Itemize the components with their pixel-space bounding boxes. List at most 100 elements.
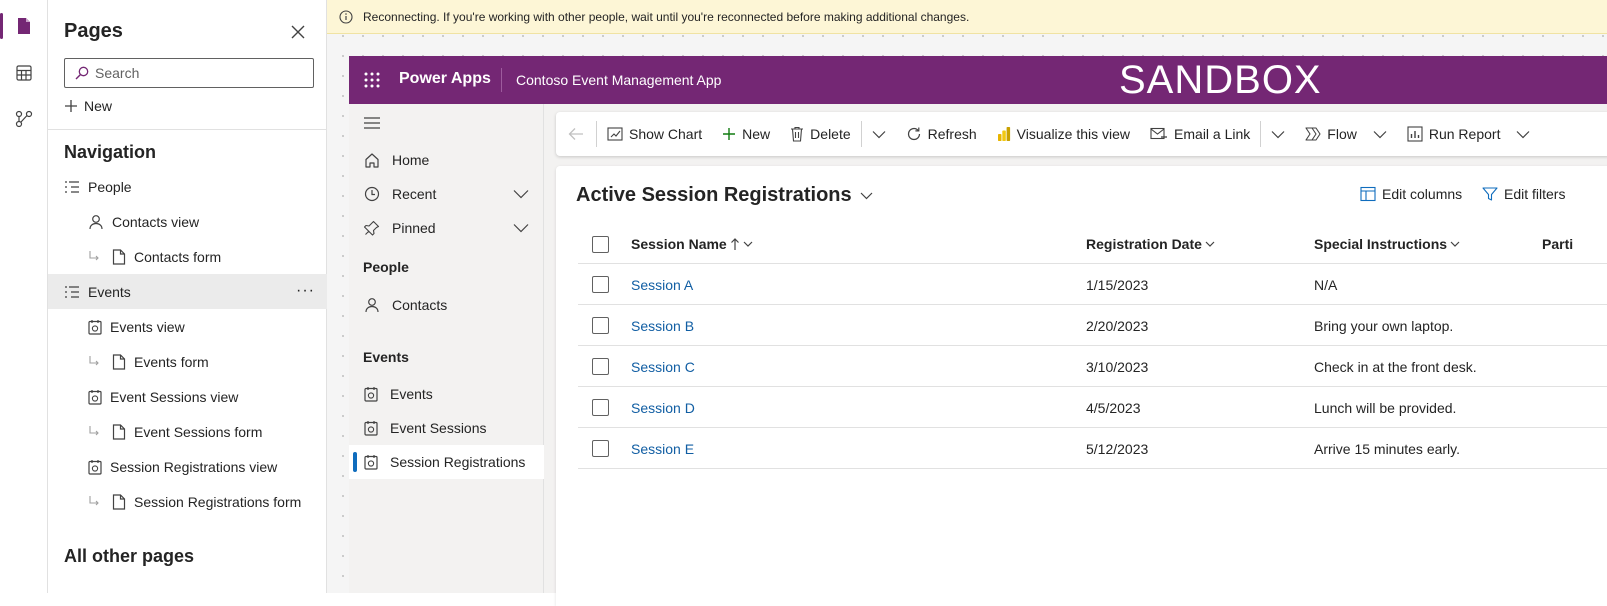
session-name-link[interactable]: Session E xyxy=(631,441,694,457)
chevron-down-icon xyxy=(1516,130,1530,139)
sitemap-item-events[interactable]: Events xyxy=(349,377,544,411)
sitemap-item-label: Recent xyxy=(392,186,437,202)
table-row[interactable]: Session B 2/20/2023 Bring your own lapto… xyxy=(578,305,1607,346)
pages-search-input[interactable] xyxy=(95,65,295,81)
column-header-session-name[interactable]: Session Name xyxy=(631,236,753,252)
tree-item-contacts-form[interactable]: Contacts form xyxy=(48,239,327,274)
special-instructions-cell: Lunch will be provided. xyxy=(1314,400,1457,416)
tree-item-event-sessions-form[interactable]: Event Sessions form xyxy=(48,414,327,449)
row-checkbox[interactable] xyxy=(592,399,609,416)
app-name[interactable]: Contoso Event Management App xyxy=(516,72,721,88)
visualize-view-button[interactable]: Visualize this view xyxy=(987,112,1140,156)
show-chart-label: Show Chart xyxy=(629,126,703,142)
chevron-down-icon[interactable] xyxy=(513,189,529,199)
table-row[interactable]: Session C 3/10/2023 Check in at the fron… xyxy=(578,346,1607,387)
left-rail xyxy=(0,0,48,593)
tree-item-label: Events xyxy=(88,283,131,300)
filter-icon xyxy=(1482,186,1498,202)
delete-button[interactable]: Delete xyxy=(780,112,860,156)
sitemap-item-pinned[interactable]: Pinned xyxy=(349,211,544,245)
column-header-label: Session Name xyxy=(631,236,727,252)
tree-item-contacts-view[interactable]: Contacts view xyxy=(48,204,327,239)
plus-icon xyxy=(64,99,78,113)
refresh-button[interactable]: Refresh xyxy=(896,112,987,156)
column-header-special-instructions[interactable]: Special Instructions xyxy=(1314,236,1460,252)
document-icon xyxy=(112,353,126,370)
view-title: Active Session Registrations xyxy=(576,184,852,206)
tree-item-events[interactable]: Events ··· xyxy=(48,274,327,309)
select-all-checkbox[interactable] xyxy=(592,236,609,253)
flow-button[interactable]: Flow xyxy=(1295,112,1397,156)
main-content: Show Chart New Delete Refresh Visualize … xyxy=(544,104,1607,606)
chevron-down-icon[interactable] xyxy=(513,223,529,233)
sitemap-item-recent[interactable]: Recent xyxy=(349,177,544,211)
panel-divider xyxy=(48,129,327,130)
sitemap-item-session-registrations[interactable]: Session Registrations xyxy=(349,445,544,479)
active-indicator xyxy=(353,452,357,472)
row-checkbox[interactable] xyxy=(592,358,609,375)
column-header-partial[interactable]: Parti xyxy=(1542,236,1573,252)
run-report-button[interactable]: Run Report xyxy=(1397,112,1541,156)
tree-item-session-registrations-view[interactable]: Session Registrations view xyxy=(48,449,327,484)
session-name-link[interactable]: Session B xyxy=(631,318,694,334)
tree-item-event-sessions-view[interactable]: Event Sessions view xyxy=(48,379,327,414)
waffle-icon xyxy=(363,71,381,89)
view-selector[interactable]: Active Session Registrations xyxy=(576,184,873,207)
sitemap-item-home[interactable]: Home xyxy=(349,143,544,177)
more-options-icon[interactable]: ··· xyxy=(296,282,315,300)
pages-panel: Pages New Navigation People Contacts vie… xyxy=(48,0,327,593)
column-header-registration-date[interactable]: Registration Date xyxy=(1086,236,1215,252)
tree-item-events-form[interactable]: Events form xyxy=(48,344,327,379)
branch-icon xyxy=(88,355,104,369)
more-commands-dropdown[interactable] xyxy=(862,112,896,156)
info-icon xyxy=(339,9,353,24)
session-name-link[interactable]: Session C xyxy=(631,359,695,375)
app-preview: Power Apps Contoso Event Management App … xyxy=(349,56,1607,606)
row-checkbox[interactable] xyxy=(592,317,609,334)
brand-name[interactable]: Power Apps xyxy=(399,70,491,88)
tree-item-events-view[interactable]: Events view xyxy=(48,309,327,344)
edit-filters-button[interactable]: Edit filters xyxy=(1482,186,1565,202)
sitemap-item-contacts[interactable]: Contacts xyxy=(349,288,544,322)
chevron-down-icon xyxy=(872,130,886,139)
email-link-dropdown[interactable] xyxy=(1261,112,1295,156)
table-row[interactable]: Session A 1/15/2023 N/A xyxy=(578,264,1607,305)
chevron-down-icon xyxy=(1373,130,1387,139)
tree-item-people[interactable]: People xyxy=(48,169,327,204)
rail-data-button[interactable] xyxy=(0,55,48,91)
close-icon xyxy=(288,22,308,42)
branch-icon xyxy=(88,250,104,264)
session-name-link[interactable]: Session D xyxy=(631,400,695,416)
sitemap-group-events: Events xyxy=(363,349,409,365)
edit-columns-label: Edit columns xyxy=(1382,186,1463,202)
sitemap-nav: Home Recent Pinned People Contacts Event… xyxy=(349,104,544,593)
app-launcher-button[interactable] xyxy=(363,71,381,89)
email-link-button[interactable]: Email a Link xyxy=(1140,112,1260,156)
sitemap-toggle-button[interactable] xyxy=(349,106,544,140)
special-instructions-cell: Bring your own laptop. xyxy=(1314,318,1454,334)
flow-label: Flow xyxy=(1327,126,1357,142)
back-button[interactable] xyxy=(556,112,596,156)
table-row[interactable]: Session D 4/5/2023 Lunch will be provide… xyxy=(578,387,1607,428)
tree-item-session-registrations-form[interactable]: Session Registrations form xyxy=(48,484,327,519)
session-name-link[interactable]: Session A xyxy=(631,277,693,293)
sitemap-item-event-sessions[interactable]: Event Sessions xyxy=(349,411,544,445)
table-row[interactable]: Session E 5/12/2023 Arrive 15 minutes ea… xyxy=(578,428,1607,469)
navigation-heading: Navigation xyxy=(64,142,157,162)
registration-date-cell: 2/20/2023 xyxy=(1086,318,1149,334)
show-chart-button[interactable]: Show Chart xyxy=(597,112,712,156)
edit-columns-button[interactable]: Edit columns xyxy=(1360,186,1462,202)
refresh-label: Refresh xyxy=(927,126,977,142)
row-checkbox[interactable] xyxy=(592,440,609,457)
row-checkbox[interactable] xyxy=(592,276,609,293)
rail-automation-button[interactable] xyxy=(0,101,48,137)
new-page-button[interactable]: New xyxy=(64,98,112,114)
chevron-down-icon xyxy=(1271,130,1285,139)
registration-date-cell: 1/15/2023 xyxy=(1086,277,1149,293)
sitemap-item-label: Events xyxy=(390,386,433,402)
new-button[interactable]: New xyxy=(712,112,780,156)
hamburger-icon xyxy=(364,117,380,129)
close-pages-button[interactable] xyxy=(288,22,308,42)
rail-pages-button[interactable] xyxy=(0,8,48,44)
report-icon xyxy=(1407,126,1423,142)
